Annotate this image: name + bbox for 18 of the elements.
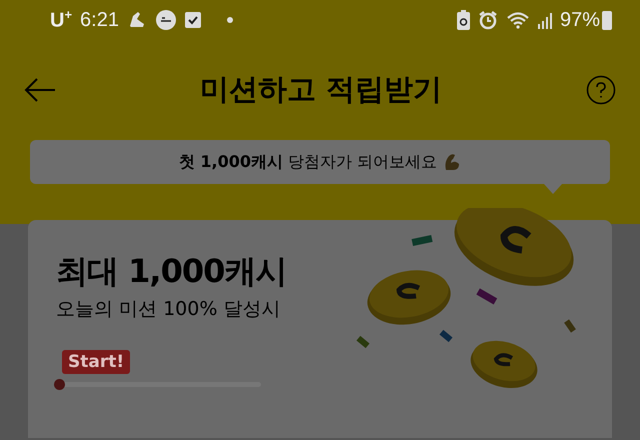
notification-dot-icon [226, 17, 233, 23]
flexed-arm-icon [443, 152, 462, 172]
page-title: 미션하고 적립받기 [200, 71, 442, 108]
battery-saver-icon [456, 10, 470, 30]
signal-icon [538, 11, 554, 29]
battery-icon [602, 10, 612, 30]
battery-percent: 97% [560, 8, 600, 32]
clock-time: 6:21 [80, 8, 119, 32]
help-icon[interactable] [586, 75, 616, 105]
start-badge: Start! [62, 350, 130, 374]
card-subtitle: 오늘의 미션 100% 달성시 [56, 297, 280, 322]
banner-text: 첫 1,000캐시 당첨자가 되어보세요 [178, 152, 438, 172]
alarm-icon [478, 10, 498, 30]
back-arrow-icon[interactable] [24, 77, 56, 103]
carrier-label: U$^{+}$ [50, 7, 72, 33]
checkbox-icon [184, 11, 201, 29]
wifi-icon [506, 10, 530, 30]
card-title: 최대 1,000캐시 [56, 251, 286, 292]
